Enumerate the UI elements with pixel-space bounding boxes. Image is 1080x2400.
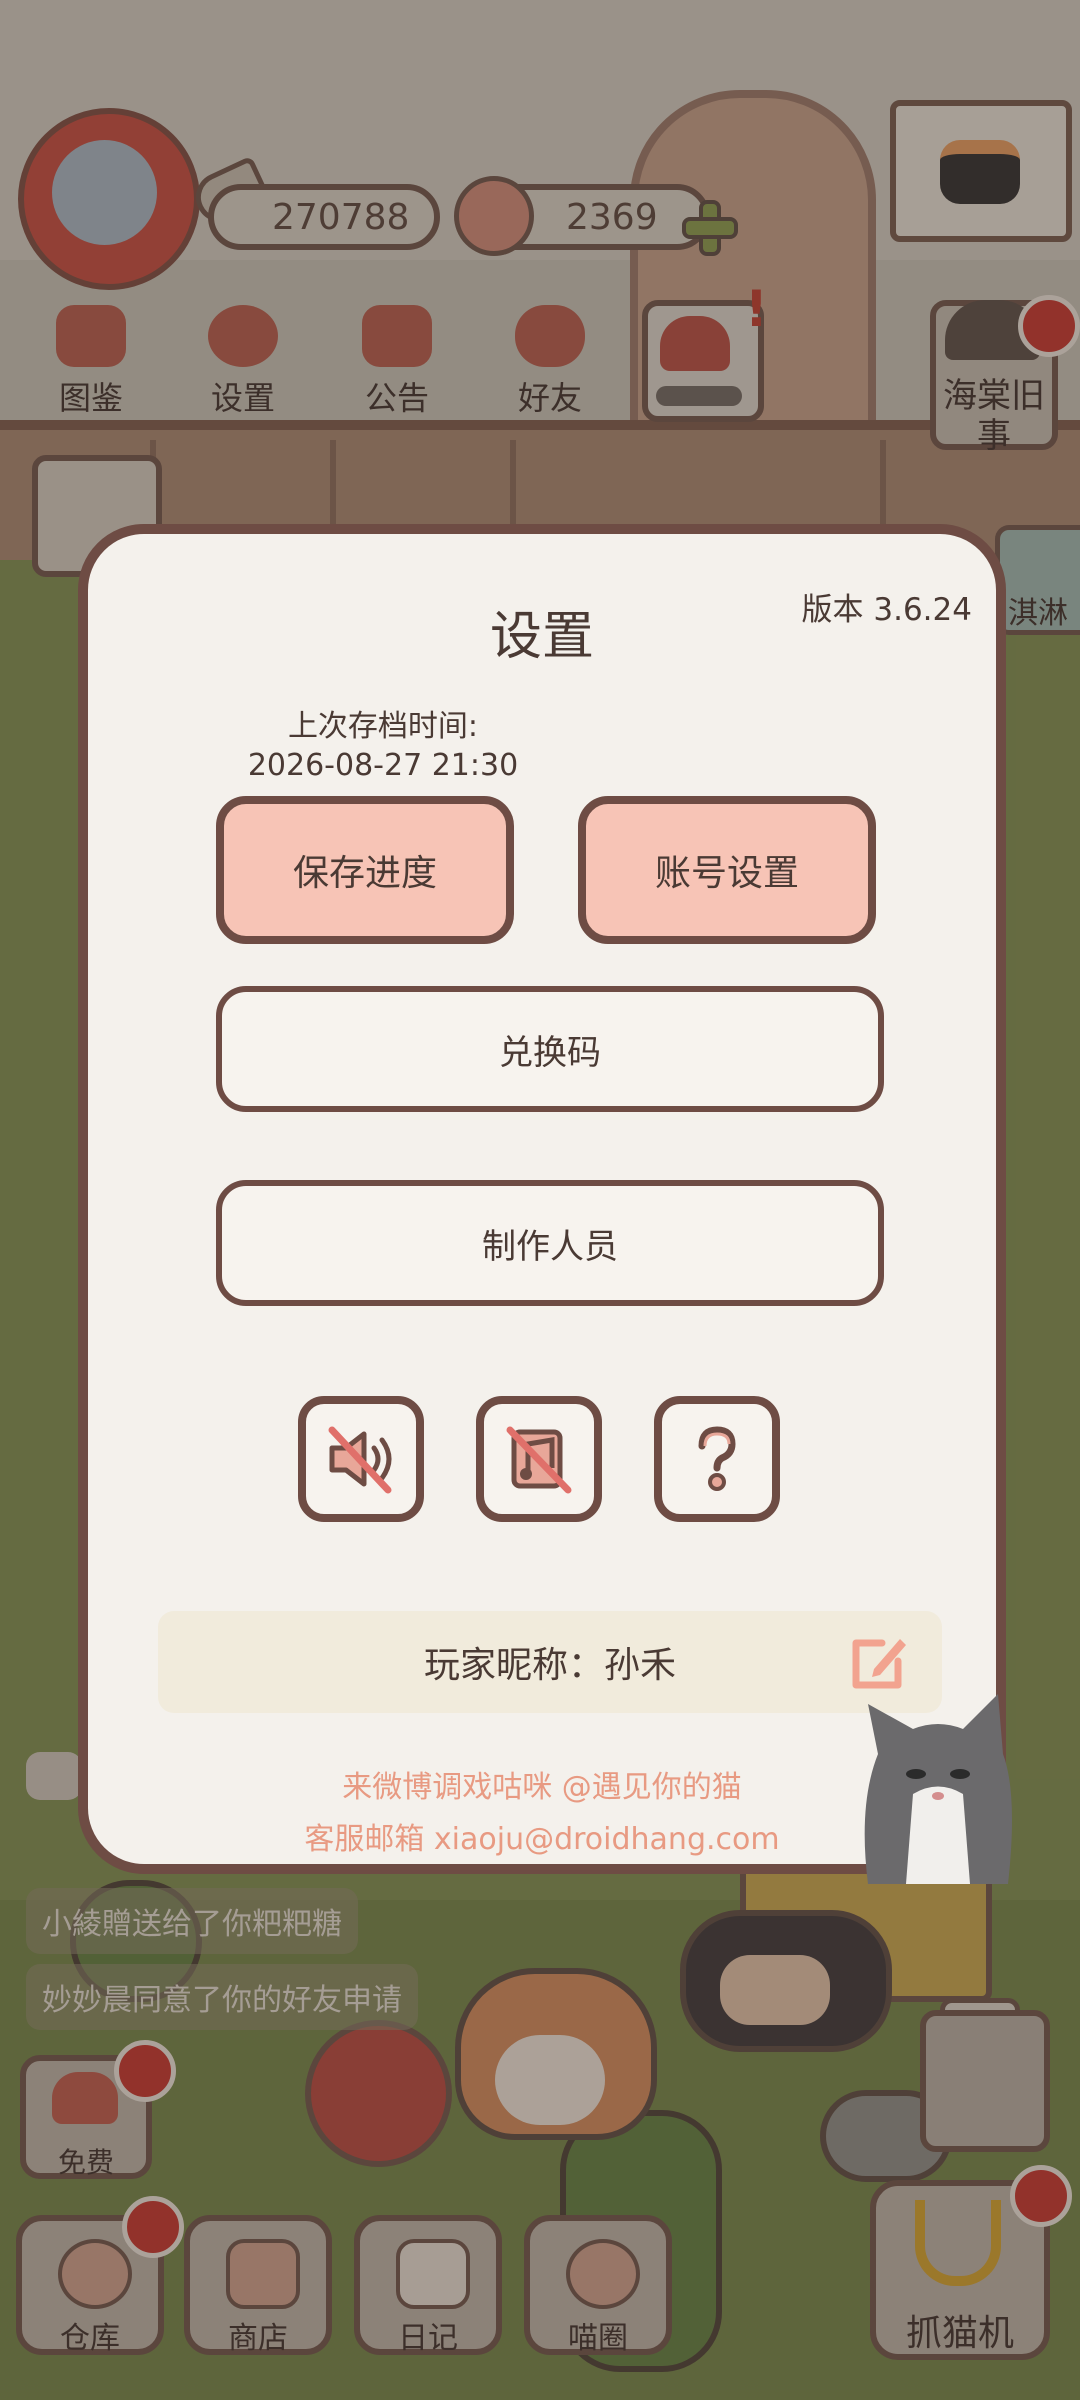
credits-button[interactable]: 制作人员	[216, 1180, 884, 1306]
sound-toggle-button[interactable]	[298, 1396, 424, 1522]
music-toggle-button[interactable]	[476, 1396, 602, 1522]
redeem-code-button[interactable]: 兑换码	[216, 986, 884, 1112]
redeem-code-label: 兑换码	[499, 1032, 601, 1073]
cat-mascot-image	[864, 1694, 1012, 1884]
nickname-bar: 玩家昵称：孙禾	[158, 1611, 942, 1713]
music-muted-icon	[506, 1426, 572, 1494]
account-settings-button[interactable]: 账号设置	[578, 796, 876, 944]
help-icon	[698, 1426, 736, 1491]
nickname-text: 玩家昵称：孙禾	[423, 1645, 676, 1686]
last-save-label: 上次存档时间:	[287, 709, 479, 744]
last-save-time: 2026-08-27 21:30	[247, 748, 519, 783]
help-button[interactable]	[654, 1396, 780, 1522]
last-save-info: 上次存档时间: 2026-08-27 21:30	[243, 707, 523, 785]
credits-label: 制作人员	[482, 1226, 618, 1267]
account-settings-label: 账号设置	[654, 853, 799, 894]
save-progress-button[interactable]: 保存进度	[216, 796, 514, 944]
save-progress-label: 保存进度	[292, 853, 437, 894]
settings-dialog: 设置 版本 3.6.24 上次存档时间: 2026-08-27 21:30 保存…	[78, 524, 1012, 1884]
sound-muted-icon	[328, 1426, 392, 1494]
version-label: 版本 3.6.24	[801, 592, 972, 628]
